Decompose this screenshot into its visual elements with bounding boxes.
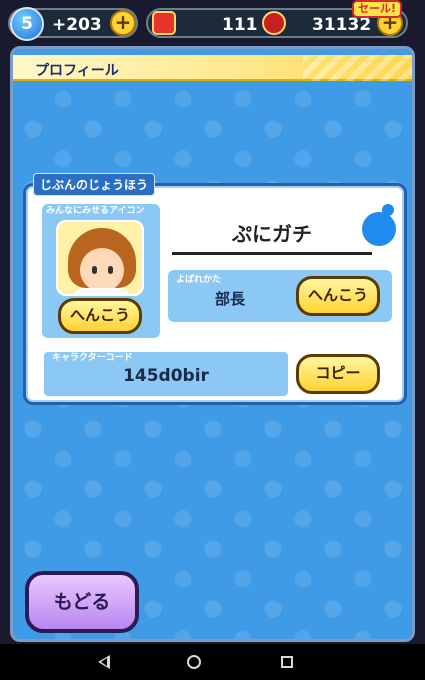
system-nav-bar bbox=[0, 644, 425, 680]
level-number: 5 bbox=[21, 14, 33, 34]
title-label: よばれかた bbox=[176, 275, 222, 285]
title-band: プロフィール bbox=[13, 55, 412, 81]
title-stripe bbox=[303, 55, 412, 81]
change-icon-button[interactable]: へんこう bbox=[58, 298, 142, 334]
avatar-shirt bbox=[74, 288, 130, 294]
recent-apps-icon[interactable] bbox=[281, 656, 293, 668]
back-button[interactable]: もどる bbox=[25, 571, 139, 633]
points-value: 31132 bbox=[312, 15, 372, 35]
profile-card: みんなにみせるアイコン へんこう ぷにガチ よばれかた 部長 へんこう キャラク… bbox=[23, 183, 407, 405]
stamina-value: +203 bbox=[52, 15, 102, 35]
ykoin-icon bbox=[152, 11, 176, 35]
home-circle-icon[interactable] bbox=[187, 655, 201, 669]
character-code-label: キャラクターコード bbox=[52, 353, 133, 363]
title-box: よばれかた 部長 へんこう bbox=[168, 270, 392, 322]
character-code-value: 145d0bir bbox=[123, 366, 209, 386]
sale-badge[interactable]: セール! bbox=[352, 0, 403, 18]
profile-panel: プロフィール みんなにみせるアイコン へんこう ぷにガチ よばれかた 部長 へん… bbox=[10, 46, 415, 642]
main-area: プロフィール みんなにみせるアイコン へんこう ぷにガチ よばれかた 部長 へん… bbox=[0, 44, 425, 644]
avatar-face bbox=[80, 248, 124, 292]
points-icon bbox=[262, 11, 286, 35]
avatar-eye-right bbox=[108, 266, 113, 274]
drop-level-icon: 5 bbox=[10, 7, 44, 41]
top-status-bar: 5 +203 + 111 31132 + セール! bbox=[0, 0, 425, 44]
icon-box: みんなにみせるアイコン へんこう bbox=[42, 204, 160, 338]
title-value: 部長 bbox=[214, 290, 245, 308]
name-underline bbox=[172, 252, 372, 255]
avatar-eye-left bbox=[92, 266, 97, 274]
page-title: プロフィール bbox=[35, 63, 119, 79]
player-name-area: ぷにガチ bbox=[172, 208, 372, 255]
plus-icon: + bbox=[114, 10, 132, 34]
back-triangle-icon[interactable] bbox=[98, 655, 110, 669]
player-avatar bbox=[56, 220, 144, 296]
icon-box-label: みんなにみせるアイコン bbox=[46, 206, 145, 216]
player-name: ぷにガチ bbox=[232, 222, 312, 246]
change-title-button[interactable]: へんこう bbox=[296, 276, 380, 316]
section-label: じぶんのじょうほう bbox=[33, 173, 156, 196]
character-code-box: キャラクターコード 145d0bir bbox=[42, 350, 290, 398]
water-drop-icon bbox=[362, 204, 396, 246]
ykoin-value: 111 bbox=[222, 15, 258, 35]
copy-button[interactable]: コピー bbox=[296, 354, 380, 394]
add-stamina-button[interactable]: + bbox=[110, 10, 136, 36]
